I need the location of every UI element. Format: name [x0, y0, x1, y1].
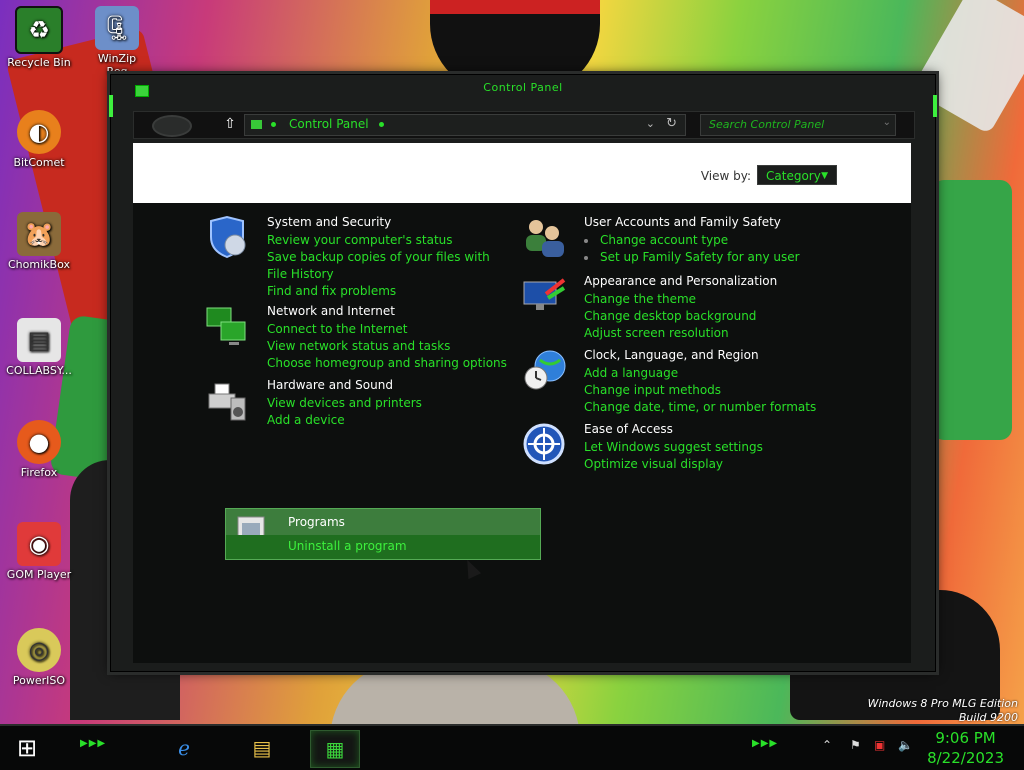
link-homegroup[interactable]: Choose homegroup and sharing options — [267, 355, 507, 372]
taskbar-clock[interactable]: 9:06 PM 8/22/2023 — [927, 728, 1004, 768]
recycle-bin-icon: ♻ — [15, 6, 63, 54]
users-icon[interactable] — [522, 215, 566, 259]
wallpaper-dew-bottle-right — [932, 180, 1012, 440]
globe-clock-icon[interactable] — [522, 348, 566, 392]
taskbar: ⊞ ▶▶▶ ℯ ▤ ▦ ▶▶▶ ⌃ ⚑ ▣ 🔈 9:06 PM 8/22/202… — [0, 724, 1024, 770]
category-links: Add a language Change input methods Chan… — [584, 365, 824, 416]
desktop-icon-poweriso[interactable]: ◎ PowerISO — [2, 628, 76, 687]
windows-start-icon[interactable]: ⊞ — [10, 734, 44, 762]
category-title[interactable]: System and Security — [267, 215, 391, 229]
category-links: Connect to the Internet View network sta… — [267, 321, 507, 372]
category-links: Change account type Set up Family Safety… — [584, 232, 824, 266]
link-screen-resolution[interactable]: Adjust screen resolution — [584, 325, 824, 342]
link-review-status[interactable]: Review your computer's status — [267, 232, 507, 249]
desktop-icon-recycle-bin[interactable]: ♻ Recycle Bin — [2, 6, 76, 69]
category-programs[interactable]: Programs Uninstall a program — [225, 508, 541, 560]
search-icon[interactable]: ⌄ — [883, 117, 891, 128]
category-title[interactable]: Hardware and Sound — [267, 378, 393, 392]
control-panel-taskbar-icon[interactable]: ▦ — [310, 730, 360, 768]
address-bar[interactable]: Control Panel ⌄ ↻ — [244, 114, 686, 136]
breadcrumb-separator-icon[interactable] — [271, 122, 276, 127]
mouse-cursor-icon — [460, 556, 482, 580]
view-by-dropdown[interactable]: Category ▼ — [757, 165, 837, 185]
link-family-safety[interactable]: Set up Family Safety for any user — [584, 249, 824, 266]
link-file-history[interactable]: Save backup copies of your files with Fi… — [267, 249, 499, 283]
link-desktop-background[interactable]: Change desktop background — [584, 308, 824, 325]
volume-muted-icon[interactable]: 🔈 — [898, 738, 913, 752]
watermark-build: Build 9200 — [958, 711, 1018, 724]
category-title[interactable]: Clock, Language, and Region — [584, 348, 759, 362]
winzip-icon: 🗜 — [95, 6, 139, 50]
windows-watermark: Windows 8 Pro MLG Edition Build 9200 — [868, 697, 1018, 725]
link-add-language[interactable]: Add a language — [584, 365, 824, 382]
control-panel-small-icon — [251, 120, 262, 129]
desktop-icon-chomikbox[interactable]: 🐹 ChomikBox — [2, 212, 76, 271]
internet-explorer-icon[interactable]: ℯ — [160, 730, 208, 766]
clock-time: 9:06 PM — [935, 729, 996, 747]
category-links: View devices and printers Add a device — [267, 395, 507, 429]
gom-player-icon: ◉ — [17, 522, 61, 566]
category-title[interactable]: Network and Internet — [267, 304, 395, 318]
desktop-icon-winzip[interactable]: 🗜 WinZip Reg — [80, 6, 154, 78]
desktop-icon-firefox[interactable]: ● Firefox — [2, 420, 76, 479]
category-title[interactable]: Programs — [288, 515, 345, 529]
network-icon[interactable] — [205, 304, 249, 348]
navigation-toolbar: ⇧ Control Panel ⌄ ↻ ⌄ — [133, 111, 915, 139]
bitcomet-icon: ◐ — [17, 110, 61, 154]
monitor-brush-icon[interactable] — [522, 274, 566, 318]
category-links: Review your computer's status Save backu… — [267, 232, 507, 300]
link-connect-internet[interactable]: Connect to the Internet — [267, 321, 507, 338]
back-forward-buttons[interactable] — [152, 115, 192, 137]
taskbar-accent-left: ▶▶▶ — [80, 738, 107, 749]
chevron-down-icon[interactable]: ⌄ — [646, 117, 655, 130]
network-disconnected-icon[interactable]: ▣ — [874, 738, 885, 752]
category-title[interactable]: User Accounts and Family Safety — [584, 215, 781, 229]
category-title[interactable]: Ease of Access — [584, 422, 673, 436]
printer-speaker-icon[interactable] — [205, 378, 249, 422]
link-change-theme[interactable]: Change the theme — [584, 291, 824, 308]
desktop-icon-collabsy[interactable]: ▤ COLLABSY... — [2, 318, 76, 377]
link-input-methods[interactable]: Change input methods — [584, 382, 824, 399]
search-input[interactable] — [707, 117, 881, 132]
link-uninstall-label[interactable]: Uninstall a program — [288, 539, 407, 553]
desktop-icon-gom-player[interactable]: ◉ GOM Player — [2, 522, 76, 581]
view-by-value: Category — [766, 169, 821, 183]
poweriso-icon: ◎ — [17, 628, 61, 672]
link-find-fix-problems[interactable]: Find and fix problems — [267, 283, 507, 300]
breadcrumb-separator-icon[interactable] — [379, 122, 384, 127]
link-network-status[interactable]: View network status and tasks — [267, 338, 507, 355]
refresh-icon[interactable]: ↻ — [666, 116, 677, 131]
search-box[interactable]: ⌄ — [700, 114, 896, 136]
file-icon: ▤ — [17, 318, 61, 362]
link-add-device[interactable]: Add a device — [267, 412, 507, 429]
file-explorer-icon[interactable]: ▤ — [238, 730, 286, 766]
control-panel-window: Control Panel ⇧ Control Panel ⌄ ↻ ⌄ View… — [109, 74, 937, 672]
link-devices-printers[interactable]: View devices and printers — [267, 395, 507, 412]
link-change-account-type[interactable]: Change account type — [584, 232, 824, 249]
category-links: Change the theme Change desktop backgrou… — [584, 291, 824, 342]
dropdown-arrow-icon: ▼ — [821, 171, 828, 181]
category-title[interactable]: Appearance and Personalization — [584, 274, 777, 288]
clock-date: 8/22/2023 — [927, 749, 1004, 767]
link-optimize-visual-display[interactable]: Optimize visual display — [584, 456, 824, 473]
ease-of-access-icon[interactable] — [522, 422, 566, 466]
window-title: Control Panel — [483, 81, 563, 94]
breadcrumb-control-panel[interactable]: Control Panel — [289, 117, 369, 131]
link-windows-suggest-settings[interactable]: Let Windows suggest settings — [584, 439, 824, 456]
link-date-time-formats[interactable]: Change date, time, or number formats — [584, 399, 824, 416]
tray-overflow-icon[interactable]: ⌃ — [822, 738, 832, 752]
view-by-bar: View by: Category ▼ — [133, 143, 911, 203]
desktop-icon-bitcomet[interactable]: ◐ BitComet — [2, 110, 76, 169]
up-arrow-icon[interactable]: ⇧ — [222, 115, 238, 133]
view-by-label: View by: — [700, 169, 751, 183]
taskbar-accent-right: ▶▶▶ — [752, 738, 779, 749]
category-panel: System and Security Review your computer… — [133, 203, 911, 663]
chomikbox-icon: 🐹 — [17, 212, 61, 256]
link-uninstall-program[interactable]: Uninstall a program — [226, 535, 540, 559]
watermark-edition: Windows 8 Pro MLG Edition — [867, 697, 1018, 710]
action-center-flag-icon[interactable]: ⚑ — [850, 738, 861, 752]
shield-icon[interactable] — [205, 215, 249, 259]
firefox-icon: ● — [17, 420, 61, 464]
category-links: Let Windows suggest settings Optimize vi… — [584, 439, 824, 473]
